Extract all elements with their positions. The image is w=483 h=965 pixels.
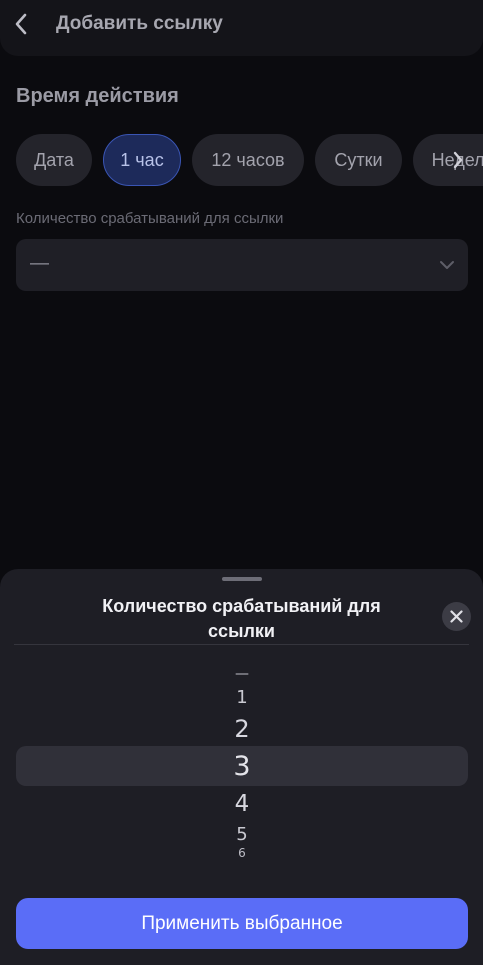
close-icon [450,610,463,623]
sheet-drag-handle[interactable] [222,577,262,581]
header-bar: Добавить ссылку [0,0,483,56]
validity-options-track: Дата 1 час 12 часов Сутки Неделя [16,134,483,186]
chip-1-hour[interactable]: 1 час [103,134,181,186]
validity-options: Дата 1 час 12 часов Сутки Неделя [16,134,483,186]
picker-item-5[interactable]: 5 [16,824,468,845]
picker-item-2[interactable]: 2 [16,715,468,743]
sheet-title: Количество срабатываний для ссылки [102,596,381,641]
chip-12-hours[interactable]: 12 часов [192,134,304,186]
validity-section-title: Время действия [16,85,179,107]
trigger-count-label: Количество срабатываний для ссылки [16,210,284,227]
picker-item-6[interactable]: 6 [16,846,468,860]
trigger-count-select[interactable]: — [16,239,468,291]
chip-day[interactable]: Сутки [315,134,402,186]
page-title: Добавить ссылку [56,13,223,34]
picker-item-none[interactable]: — [16,666,468,682]
picker-item-4[interactable]: 4 [16,791,468,817]
chips-scroll-right[interactable] [446,148,470,172]
close-button[interactable] [442,602,471,631]
picker-item-1[interactable]: 1 [16,687,468,708]
apply-selection-button[interactable]: Применить выбранное [16,898,468,949]
picker-item-3[interactable]: 3 [16,751,468,782]
sheet-divider [14,644,469,645]
trigger-count-picker[interactable]: — 1 2 3 4 5 6 [16,660,468,870]
trigger-count-value: — [30,253,49,274]
chevron-right-icon [453,151,463,169]
page: Добавить ссылку Время действия Дата 1 ча… [0,0,483,965]
chevron-down-icon [440,261,454,269]
chevron-left-icon [15,13,27,35]
chip-date[interactable]: Дата [16,134,92,186]
back-button[interactable] [8,10,34,38]
